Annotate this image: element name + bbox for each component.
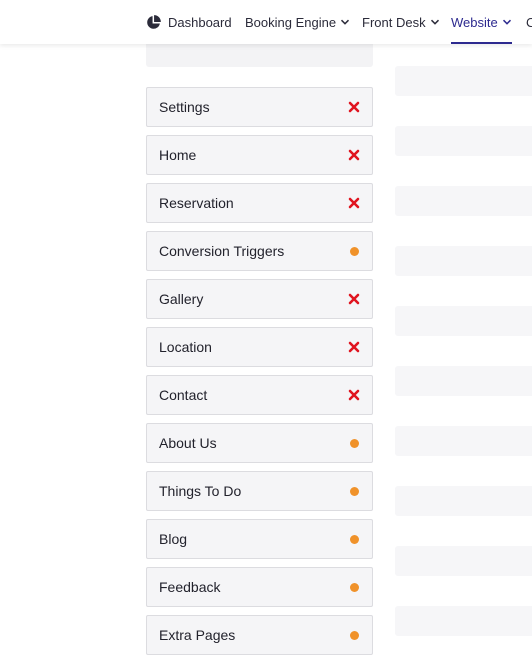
section-item[interactable]: Reservation (146, 183, 373, 223)
section-label: Conversion Triggers (159, 243, 285, 259)
section-item[interactable]: Home (146, 135, 373, 175)
skeleton-bar (395, 186, 532, 216)
section-item[interactable]: Extra Pages (146, 615, 373, 655)
status-dot-icon (350, 246, 359, 256)
skeleton-bar (395, 606, 532, 636)
skeleton-bar (395, 246, 532, 276)
section-item[interactable]: Things To Do (146, 471, 373, 511)
pie-chart-icon (146, 14, 161, 30)
status-dot-icon (350, 630, 359, 640)
skeleton-bar (395, 126, 532, 156)
close-x-icon (348, 293, 360, 305)
section-label: Gallery (159, 291, 204, 307)
top-navigation: Dashboard Booking Engine Front Desk Webs… (0, 0, 532, 44)
chevron-down-icon (340, 17, 350, 27)
skeleton-bar (395, 366, 532, 396)
collapsed-panel-placeholder (146, 44, 373, 67)
section-item[interactable]: Gallery (146, 279, 373, 319)
nav-label: Front Desk (362, 14, 426, 30)
section-item[interactable]: Settings (146, 87, 373, 127)
nav-website[interactable]: Website (451, 0, 512, 44)
close-x-icon (348, 149, 360, 161)
nav-more[interactable]: C (526, 0, 532, 44)
status-dot-icon (350, 438, 359, 448)
status-dot-icon (350, 486, 359, 496)
section-item[interactable]: Feedback (146, 567, 373, 607)
section-item[interactable]: Contact (146, 375, 373, 415)
section-label: Things To Do (159, 483, 242, 499)
section-item[interactable]: Location (146, 327, 373, 367)
section-label: Home (159, 147, 197, 163)
nav-booking-engine[interactable]: Booking Engine (245, 0, 350, 44)
skeleton-bar (395, 486, 532, 516)
nav-label: Dashboard (168, 14, 232, 30)
section-item[interactable]: Conversion Triggers (146, 231, 373, 271)
section-label: Extra Pages (159, 627, 236, 643)
section-label: Blog (159, 531, 188, 547)
chevron-down-icon (430, 17, 440, 27)
skeleton-bar (395, 66, 532, 96)
nav-dashboard[interactable]: Dashboard (146, 0, 232, 44)
status-dot-icon (350, 534, 359, 544)
close-x-icon (348, 197, 360, 209)
nav-label: Website (451, 14, 498, 30)
skeleton-bar (395, 306, 532, 336)
chevron-down-icon (502, 17, 512, 27)
nav-front-desk[interactable]: Front Desk (362, 0, 440, 44)
close-x-icon (348, 389, 360, 401)
skeleton-bar (395, 426, 532, 456)
section-item[interactable]: About Us (146, 423, 373, 463)
section-label: Settings (159, 99, 210, 115)
section-item[interactable]: Blog (146, 519, 373, 559)
skeleton-bar (395, 546, 532, 576)
close-x-icon (348, 341, 360, 353)
section-label: Feedback (159, 579, 221, 595)
section-label: About Us (159, 435, 217, 451)
section-label: Reservation (159, 195, 234, 211)
close-x-icon (348, 101, 360, 113)
nav-label: C (526, 14, 532, 30)
status-dot-icon (350, 582, 359, 592)
nav-label: Booking Engine (245, 14, 337, 30)
section-label: Location (159, 339, 212, 355)
section-label: Contact (159, 387, 208, 403)
